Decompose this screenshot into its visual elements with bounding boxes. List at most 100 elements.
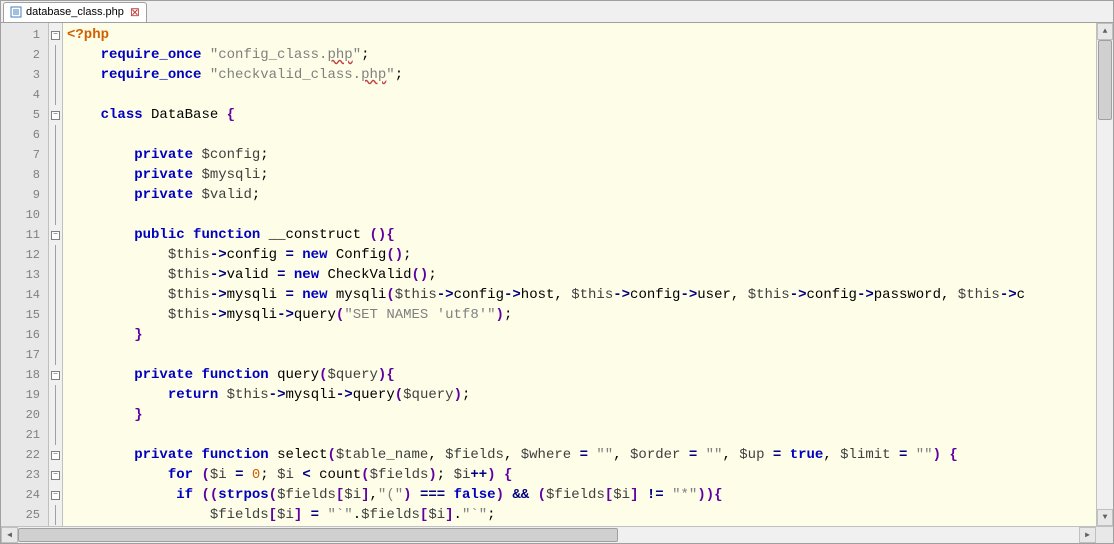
- fold-collapse-icon[interactable]: −: [51, 111, 60, 120]
- fold-collapse-icon[interactable]: −: [51, 31, 60, 40]
- line-number: 16: [1, 325, 48, 345]
- fold-cell: [49, 385, 62, 405]
- fold-cell: [49, 265, 62, 285]
- code-line[interactable]: $this->valid = new CheckValid();: [67, 265, 1096, 285]
- fold-column: − − − − − − −: [49, 23, 63, 526]
- code-line[interactable]: $fields[$i] = "`".$fields[$i]."`";: [67, 505, 1096, 525]
- line-number: 22: [1, 445, 48, 465]
- vertical-scrollbar[interactable]: ▲ ▼: [1096, 23, 1113, 526]
- scroll-right-icon[interactable]: ▶: [1079, 527, 1096, 543]
- tab-database-class[interactable]: database_class.php ⊠: [3, 2, 147, 22]
- code-line[interactable]: private function query($query){: [67, 365, 1096, 385]
- code-line[interactable]: [67, 205, 1096, 225]
- code-line[interactable]: $this->mysqli->query("SET NAMES 'utf8'")…: [67, 305, 1096, 325]
- file-icon: [10, 6, 22, 18]
- code-line[interactable]: [67, 345, 1096, 365]
- fold-cell: −: [49, 445, 62, 465]
- code-line[interactable]: public function __construct (){: [67, 225, 1096, 245]
- code-line[interactable]: [67, 85, 1096, 105]
- code-line[interactable]: <?php: [67, 25, 1096, 45]
- line-number: 8: [1, 165, 48, 185]
- line-number: 2: [1, 45, 48, 65]
- code-line[interactable]: return $this->mysqli->query($query);: [67, 385, 1096, 405]
- scroll-corner: [1096, 527, 1113, 543]
- code-line[interactable]: private $valid;: [67, 185, 1096, 205]
- code-line[interactable]: private $mysqli;: [67, 165, 1096, 185]
- line-number: 11: [1, 225, 48, 245]
- horizontal-scrollbar[interactable]: ◀ ▶: [1, 526, 1113, 543]
- fold-cell: [49, 345, 62, 365]
- line-number: 18: [1, 365, 48, 385]
- fold-cell: −: [49, 25, 62, 45]
- fold-cell: −: [49, 485, 62, 505]
- line-number: 13: [1, 265, 48, 285]
- fold-cell: −: [49, 465, 62, 485]
- fold-cell: [49, 65, 62, 85]
- fold-cell: [49, 305, 62, 325]
- line-number: 25: [1, 505, 48, 525]
- fold-cell: [49, 145, 62, 165]
- line-number: 10: [1, 205, 48, 225]
- fold-cell: −: [49, 225, 62, 245]
- code-line[interactable]: for ($i = 0; $i < count($fields); $i++) …: [67, 465, 1096, 485]
- close-icon[interactable]: ⊠: [130, 5, 140, 19]
- line-number-gutter: 1234567891011121314151617181920212223242…: [1, 23, 49, 526]
- code-line[interactable]: require_once "config_class.php";: [67, 45, 1096, 65]
- line-number: 24: [1, 485, 48, 505]
- hscroll-thumb[interactable]: [18, 528, 618, 542]
- code-line[interactable]: class DataBase {: [67, 105, 1096, 125]
- code-line[interactable]: require_once "checkvalid_class.php";: [67, 65, 1096, 85]
- line-number: 1: [1, 25, 48, 45]
- fold-cell: [49, 285, 62, 305]
- line-number: 17: [1, 345, 48, 365]
- fold-collapse-icon[interactable]: −: [51, 491, 60, 500]
- line-number: 3: [1, 65, 48, 85]
- line-number: 14: [1, 285, 48, 305]
- fold-collapse-icon[interactable]: −: [51, 371, 60, 380]
- code-line[interactable]: }: [67, 325, 1096, 345]
- fold-cell: [49, 405, 62, 425]
- code-line[interactable]: private $config;: [67, 145, 1096, 165]
- code-line[interactable]: }: [67, 405, 1096, 425]
- fold-cell: [49, 165, 62, 185]
- line-number: 12: [1, 245, 48, 265]
- fold-cell: [49, 45, 62, 65]
- fold-collapse-icon[interactable]: −: [51, 471, 60, 480]
- scroll-up-icon[interactable]: ▲: [1097, 23, 1113, 40]
- code-line[interactable]: [67, 125, 1096, 145]
- fold-cell: [49, 205, 62, 225]
- fold-collapse-icon[interactable]: −: [51, 231, 60, 240]
- vscroll-thumb[interactable]: [1098, 40, 1112, 120]
- code-line[interactable]: [67, 425, 1096, 445]
- line-number: 4: [1, 85, 48, 105]
- code-area: 1234567891011121314151617181920212223242…: [1, 23, 1113, 526]
- code-line[interactable]: $this->config = new Config();: [67, 245, 1096, 265]
- line-number: 5: [1, 105, 48, 125]
- line-number: 20: [1, 405, 48, 425]
- line-number: 6: [1, 125, 48, 145]
- fold-cell: [49, 325, 62, 345]
- fold-cell: [49, 185, 62, 205]
- fold-cell: [49, 425, 62, 445]
- tab-label: database_class.php: [26, 6, 124, 18]
- fold-collapse-icon[interactable]: −: [51, 451, 60, 460]
- line-number: 7: [1, 145, 48, 165]
- editor-container: database_class.php ⊠ 1234567891011121314…: [0, 0, 1114, 544]
- line-number: 21: [1, 425, 48, 445]
- code-line[interactable]: $this->mysqli = new mysqli($this->config…: [67, 285, 1096, 305]
- line-number: 9: [1, 185, 48, 205]
- scroll-left-icon[interactable]: ◀: [1, 527, 18, 543]
- vscroll-track[interactable]: [1097, 40, 1113, 509]
- fold-cell: −: [49, 365, 62, 385]
- fold-cell: −: [49, 105, 62, 125]
- code-content[interactable]: <?php require_once "config_class.php"; r…: [63, 23, 1096, 526]
- line-number: 19: [1, 385, 48, 405]
- fold-cell: [49, 505, 62, 525]
- fold-cell: [49, 245, 62, 265]
- line-number: 23: [1, 465, 48, 485]
- code-line[interactable]: private function select($table_name, $fi…: [67, 445, 1096, 465]
- code-line[interactable]: if ((strpos($fields[$i],"(") === false) …: [67, 485, 1096, 505]
- scroll-down-icon[interactable]: ▼: [1097, 509, 1113, 526]
- hscroll-track[interactable]: [18, 527, 1079, 543]
- fold-cell: [49, 125, 62, 145]
